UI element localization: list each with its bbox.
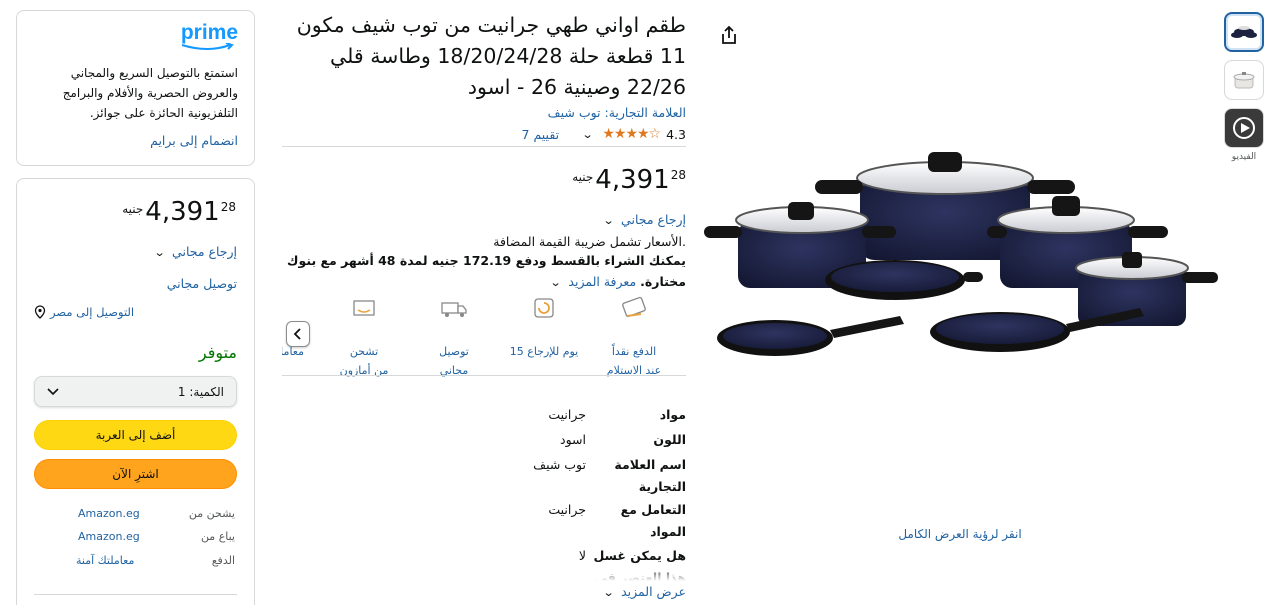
prime-logo-text: prime — [180, 21, 238, 44]
quantity-value: 1 — [177, 384, 186, 399]
learn-more-link[interactable]: معرفة المزيد — [568, 274, 636, 289]
buybox-price-whole: 4,391 — [145, 197, 220, 227]
cash-on-delivery-icon — [622, 296, 646, 318]
returns-15-days-icon — [534, 298, 554, 318]
price-fraction: 28 — [670, 168, 686, 182]
chevron-down-icon[interactable]: ⌄ — [550, 276, 562, 289]
feature-line1: 15 يوم للإرجاع — [509, 345, 579, 358]
chevron-down-icon: ⌄ — [602, 586, 615, 599]
feature-free-delivery[interactable]: توصيل مجاني — [414, 296, 494, 380]
installment-text-end: مختارة. — [640, 274, 686, 289]
cookware-thumbnail-icon — [1231, 26, 1257, 38]
feature-returns[interactable]: 15 يوم للإرجاع — [504, 296, 584, 361]
chevron-down-icon: ⌄ — [153, 246, 166, 259]
ratings-count-link[interactable]: 7 تقييم — [522, 127, 560, 142]
feature-line1: تشحن — [349, 345, 379, 358]
spec-value: جرانيت — [548, 407, 586, 422]
sold-by-value[interactable]: Amazon.eg — [78, 530, 168, 543]
location-pin-icon — [34, 305, 46, 319]
quantity-select[interactable]: الكمية: 1 — [34, 376, 237, 407]
feature-line1: الدفع نقداً — [611, 345, 657, 358]
spec-value: توب شيف — [533, 457, 586, 472]
feature-line1: توصيل — [439, 345, 469, 358]
share-icon[interactable] — [718, 24, 740, 46]
free-returns-label: إرجاع مجاني — [621, 212, 686, 227]
prime-logo: prime — [178, 21, 238, 53]
sold-by-label: يباع من — [200, 530, 235, 543]
prime-smile-icon — [181, 43, 234, 50]
payment-label: الدفع — [211, 554, 235, 567]
feature-ships-from-amazon[interactable]: تشحن من أمازون — [324, 296, 404, 380]
join-prime-link[interactable]: انضمام إلى برايم — [33, 133, 238, 148]
rating-stars-icon[interactable]: ★★★★☆ — [602, 126, 661, 142]
feature-line2: مجاني — [439, 364, 469, 377]
free-delivery-icon — [441, 302, 467, 317]
buybox-price: جنيه 4,391 28 — [100, 196, 236, 228]
ships-from-amazon-icon — [353, 300, 375, 316]
payment-value[interactable]: معاملتك آمنة — [76, 554, 168, 567]
vat-note: .الأسعار تشمل ضريبة القيمة المضافة — [493, 234, 686, 249]
chevron-left-icon — [293, 328, 301, 340]
divider — [34, 594, 237, 595]
installment-text: يمكنك الشراء بالقسط ودفع 172.19 جنيه لمد… — [287, 253, 686, 268]
spec-value: اسود — [560, 432, 586, 447]
divider — [282, 146, 686, 147]
price: جنيه 4,391 28 — [560, 164, 686, 196]
ships-from-label: يشحن من — [188, 507, 235, 520]
ships-from-value[interactable]: Amazon.eg — [78, 507, 168, 520]
spec-key: هل يمكن غسل هذا العنصر في — [593, 548, 686, 581]
thumbnail-cookware-set[interactable] — [1224, 12, 1264, 52]
product-title: طقم اواني طهي جرانيت من توب شيف مكون 11 … — [296, 13, 686, 99]
price-currency: جنيه — [572, 170, 594, 184]
price-whole: 4,391 — [595, 165, 670, 195]
spec-value: لا — [578, 548, 586, 563]
video-label: الفيديو — [1231, 152, 1257, 162]
buy-now-button[interactable]: اشترِ الآن — [34, 459, 237, 489]
free-delivery-link[interactable]: توصيل مجاني — [34, 276, 237, 291]
secure-transaction-icon — [282, 296, 304, 322]
chevron-down-icon: ⌄ — [602, 214, 615, 227]
deliver-to-link[interactable]: التوصيل إلى مصر — [34, 305, 237, 319]
quantity-display: الكمية: 1 — [178, 385, 224, 399]
spec-key: اسم العلامة التجارية — [614, 457, 686, 494]
prime-card: prime استمتع بالتوصيل السريع والمجاني وا… — [16, 10, 255, 166]
rating-row: 4.3 ★★★★☆ ⌄ 7 تقييم — [380, 124, 686, 144]
brand-link[interactable]: العلامة التجارية: توب شيف — [430, 105, 686, 120]
chevron-down-icon — [47, 387, 59, 395]
carousel-prev-button[interactable] — [286, 321, 310, 347]
prime-description: استمتع بالتوصيل السريع والمجاني والعروض … — [62, 66, 238, 120]
main-product-image[interactable] — [700, 130, 1220, 390]
rating-value: 4.3 — [666, 126, 686, 142]
in-stock-status: متوفر — [198, 343, 237, 362]
spec-value: جرانيت — [548, 502, 586, 517]
thumbnail-white-pot[interactable] — [1224, 60, 1264, 100]
view-full-link[interactable]: انقر لرؤية العرض الكامل — [880, 527, 1040, 541]
deliver-to-label: التوصيل إلى مصر — [50, 305, 135, 319]
feature-line2: عند الاستلام — [606, 364, 662, 377]
add-to-cart-button[interactable]: أضف إلى العربة — [34, 420, 237, 450]
show-more-label: عرض المزيد — [621, 584, 686, 599]
thumbnail-video[interactable] — [1224, 108, 1264, 148]
spec-key: مواد — [659, 407, 686, 422]
installment-row: مختارة. معرفة المزيد ⌄ — [420, 274, 686, 289]
show-more-link[interactable]: عرض المزيد ⌄ — [560, 584, 686, 599]
spec-key: التعامل مع المواد — [620, 502, 686, 539]
feature-line2: من أمازون — [339, 364, 389, 377]
divider — [282, 375, 686, 376]
play-icon — [1233, 117, 1255, 139]
free-returns-link[interactable]: إرجاع مجاني ⌄ — [470, 212, 686, 227]
buybox-free-returns-link[interactable]: إرجاع مجاني ⌄ — [34, 244, 237, 259]
chevron-down-icon[interactable]: ⌄ — [582, 128, 594, 141]
spec-key: اللون — [653, 432, 686, 447]
pot-thumbnail-icon — [1233, 72, 1255, 89]
quantity-label: الكمية: — [189, 384, 224, 399]
buybox-price-fraction: 28 — [220, 200, 236, 214]
feature-cash-on-delivery[interactable]: الدفع نقداً عند الاستلام — [594, 296, 674, 380]
buybox-free-returns-label: إرجاع مجاني — [172, 244, 237, 259]
buybox-price-currency: جنيه — [122, 202, 144, 216]
